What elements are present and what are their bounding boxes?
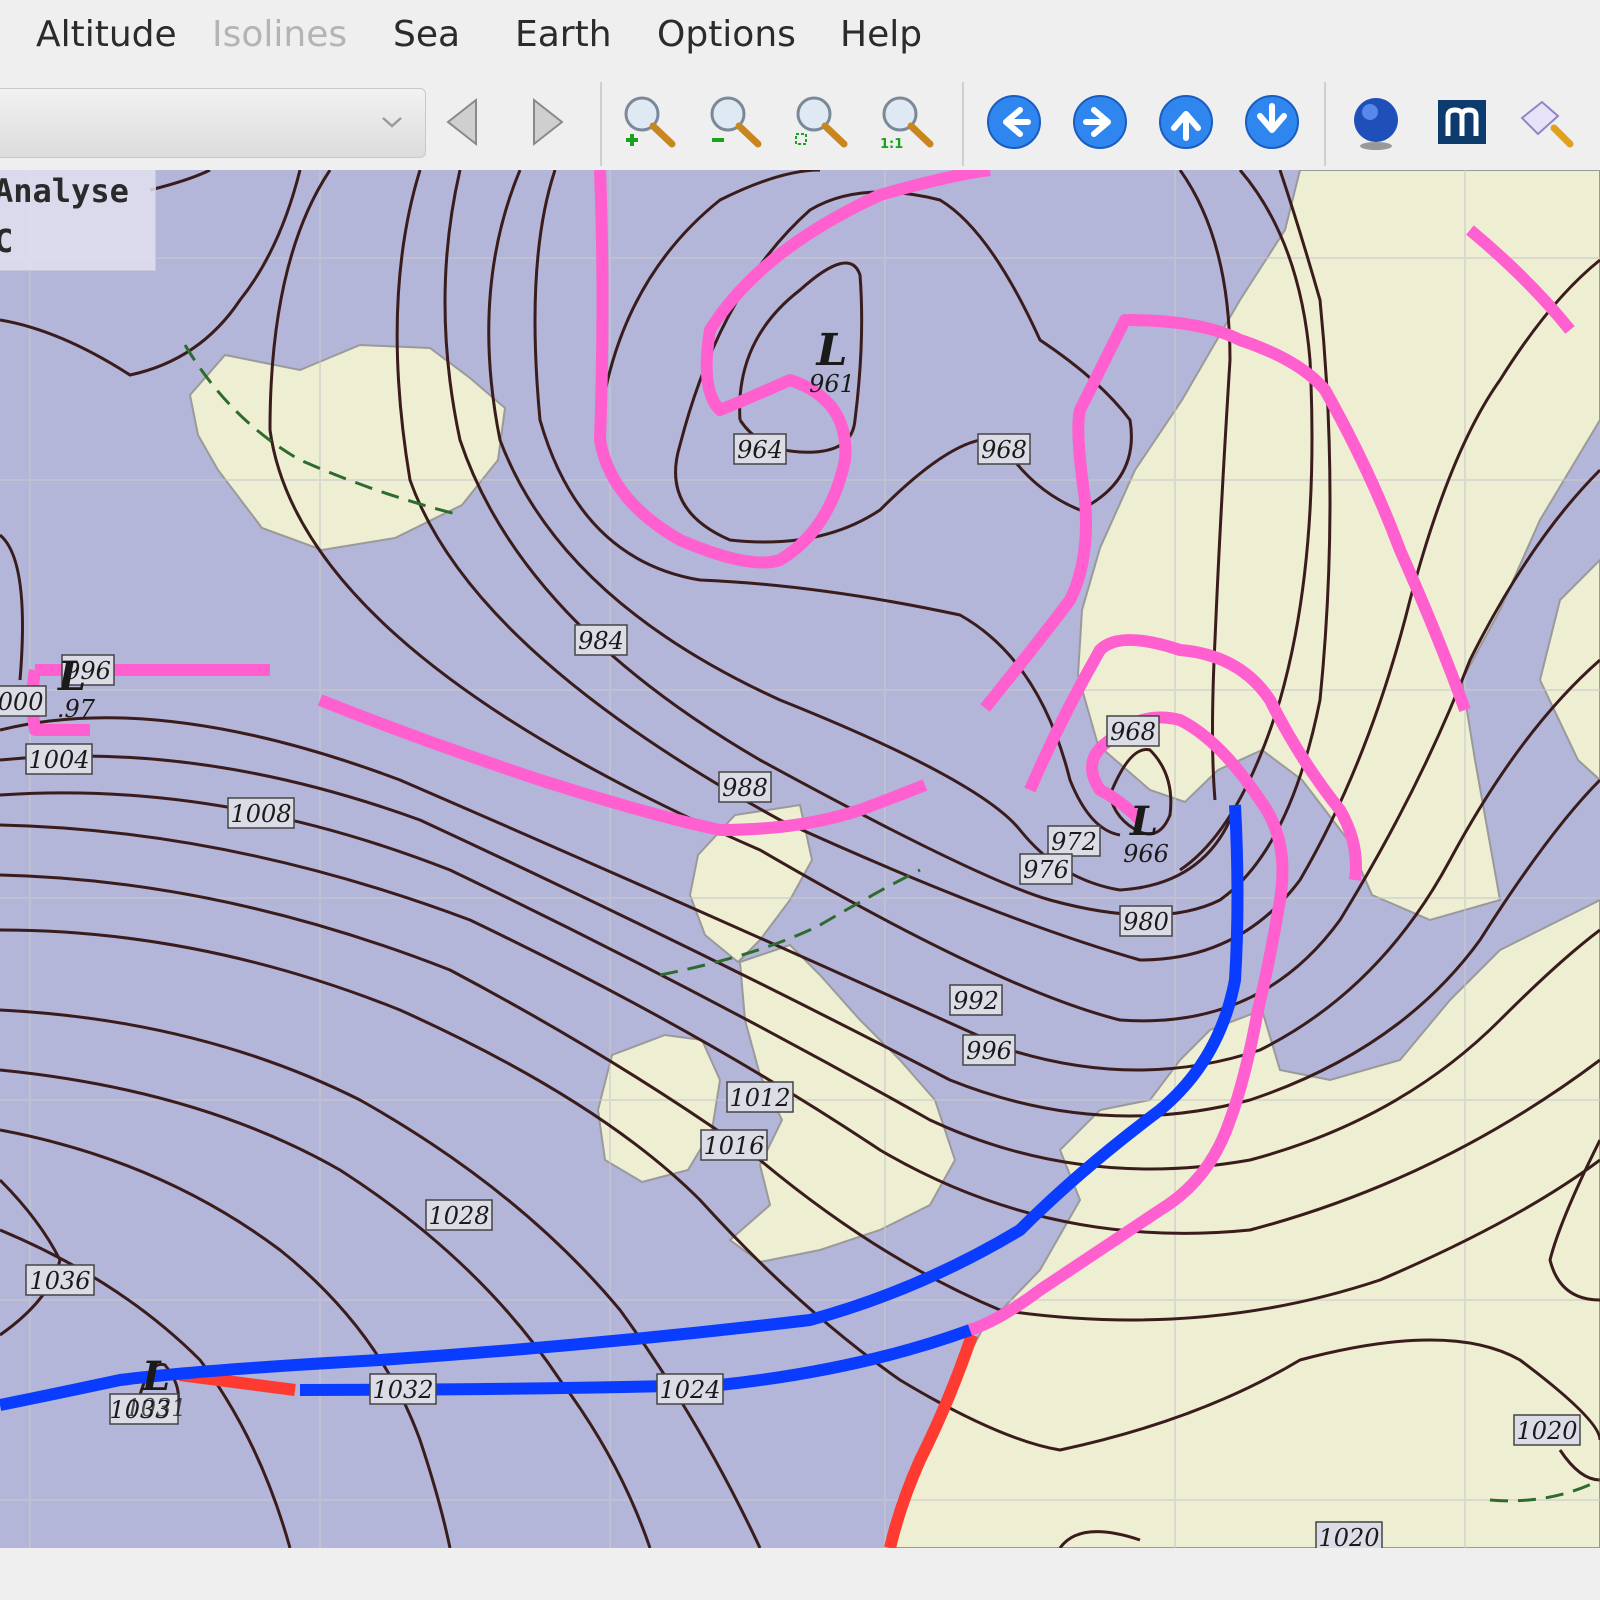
isobar-label: 968 [1106,715,1160,747]
isobar-label: 976 [1019,853,1073,885]
menu-isolines[interactable]: Isolines [212,14,347,55]
low-center: L 1033 1031 [109,1353,187,1425]
svg-text:1032: 1032 [372,1376,433,1404]
edit-icon[interactable] [1514,92,1574,152]
low-center: L 961 [809,325,855,398]
menu-altitude[interactable]: Altitude [36,14,177,55]
isobar-label: 1036 [25,1264,95,1296]
isobar-label: 980 [1119,905,1173,937]
svg-text:968: 968 [1110,718,1156,746]
isobar-label: 964 [733,433,787,465]
isobar-label: 988 [718,771,772,803]
svg-text:1031: 1031 [125,1394,186,1422]
zoom-selection-icon[interactable] [790,92,850,152]
svg-text:980: 980 [1123,908,1169,936]
isobar-line [0,533,24,681]
svg-text:1012: 1012 [729,1084,790,1112]
svg-text:1024: 1024 [659,1376,720,1404]
svg-text:L: L [815,325,848,376]
menu-earth[interactable]: Earth [515,14,612,55]
isobar-label: 1032 [369,1373,437,1405]
isobar-label: 1012 [726,1081,794,1113]
isobar-label: 1020 [1513,1414,1581,1446]
arrow-up-icon[interactable] [1156,92,1216,152]
svg-text:1008: 1008 [230,800,291,828]
menu-bar: Altitude Isolines Sea Earth Options Help [0,0,1600,80]
chevron-down-icon [382,117,402,128]
isobar-label: 1008 [227,797,295,829]
toolbar-separator [600,82,602,166]
svg-text:1016: 1016 [703,1132,764,1160]
svg-text:988: 988 [722,774,768,802]
low-center: L 966 [1123,798,1169,868]
isobar-label: 1000 [0,685,47,717]
svg-text:1004: 1004 [28,746,89,774]
meteoblue-m-icon[interactable] [1432,92,1492,152]
svg-text:984: 984 [578,627,624,655]
zoom-1-1-icon[interactable]: 1:1 [876,92,936,152]
isobar-line [149,170,211,192]
isobar-label: 996 [962,1034,1016,1066]
isobar-label: 984 [574,624,628,656]
date-combo-box[interactable] [0,88,426,158]
menu-sea[interactable]: Sea [393,14,460,55]
prev-arrow-icon[interactable] [436,92,496,152]
svg-text:L: L [1129,798,1158,845]
isobar-label: 1028 [425,1199,493,1231]
svg-text:1028: 1028 [428,1202,489,1230]
svg-text:976: 976 [1023,856,1069,884]
menu-help[interactable]: Help [840,14,922,55]
svg-text:1020: 1020 [1516,1417,1577,1445]
isobar-label: 1020 [1315,1521,1383,1548]
map-canvas[interactable]: 964 968 984 988 968 972 976 980 992 996 … [0,170,1600,1548]
toolbar-separator [962,82,964,166]
zoom-out-icon[interactable] [704,92,764,152]
map-title-line1: Analyse [0,172,129,210]
isobar-label: 968 [977,433,1031,465]
isobar-label: 972 [1047,825,1101,857]
map-title-box: Analyse C [0,170,156,271]
zoom-in-icon[interactable] [618,92,678,152]
svg-text:.97: .97 [57,695,96,723]
arrow-left-icon[interactable] [984,92,1044,152]
svg-text:1020: 1020 [1318,1524,1379,1548]
toolbar-separator [1324,82,1326,166]
svg-text:L: L [57,653,86,700]
iceland-land [188,343,507,552]
isobar-label: 1004 [25,743,93,775]
next-arrow-icon[interactable] [518,92,578,152]
svg-text:1:1: 1:1 [880,137,903,152]
isobar-line [0,1128,452,1548]
isobar-line [0,1068,652,1548]
svg-text:961: 961 [809,370,855,398]
weather-map[interactable]: 964 968 984 988 968 972 976 980 992 996 … [0,170,1600,1548]
isobar-label: 992 [949,984,1003,1016]
isobar-label: 1024 [656,1373,724,1405]
svg-text:992: 992 [953,987,999,1015]
svg-text:1000: 1000 [0,688,44,716]
menu-options[interactable]: Options [657,14,796,55]
map-title-line2: C [0,222,14,260]
isobar-label: 1016 [700,1129,768,1161]
svg-text:964: 964 [737,436,783,464]
arrow-right-icon[interactable] [1070,92,1130,152]
svg-text:L: L [141,1353,170,1400]
status-bar [0,1548,1600,1600]
svg-text:968: 968 [981,436,1027,464]
arrow-down-icon[interactable] [1242,92,1302,152]
globe-icon[interactable] [1346,92,1406,152]
svg-text:996: 996 [966,1037,1012,1065]
svg-text:972: 972 [1051,828,1097,856]
svg-text:1036: 1036 [29,1267,90,1295]
svg-text:966: 966 [1123,840,1169,868]
